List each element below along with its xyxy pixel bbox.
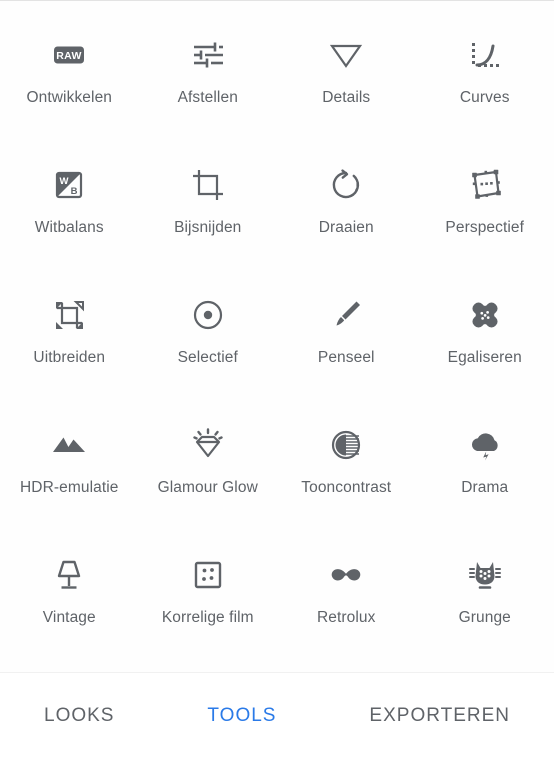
- tool-label: Ontwikkelen: [26, 89, 113, 106]
- tool-witbalans[interactable]: W B Witbalans: [0, 145, 139, 275]
- contrast-circle-icon: [324, 423, 368, 467]
- tools-grid: RAW Ontwikkelen Afstellen Details Curves…: [0, 15, 554, 665]
- tab-looks[interactable]: LOOKS: [40, 699, 118, 733]
- snapseed-tools-screen: RAW Ontwikkelen Afstellen Details Curves…: [0, 0, 554, 758]
- raw-icon: RAW: [47, 33, 91, 77]
- tool-label: Bijsnijden: [174, 219, 242, 236]
- curves-icon: [463, 33, 507, 77]
- brush-icon: [324, 293, 368, 337]
- tool-grunge[interactable]: Grunge: [416, 535, 554, 665]
- tool-hdr-emulatie[interactable]: HDR-emulatie: [0, 405, 139, 535]
- guitar-headstock-icon: [463, 553, 507, 597]
- storm-cloud-icon: [463, 423, 507, 467]
- tool-retrolux[interactable]: Retrolux: [277, 535, 416, 665]
- rotate-icon: [324, 163, 368, 207]
- tool-perspectief[interactable]: Perspectief: [416, 145, 554, 275]
- crop-icon: [186, 163, 230, 207]
- tool-tooncontrast[interactable]: Tooncontrast: [277, 405, 416, 535]
- svg-text:W: W: [60, 176, 69, 187]
- expand-icon: [47, 293, 91, 337]
- bottom-tab-bar: LOOKS TOOLS EXPORTEREN: [0, 673, 554, 758]
- tool-selectief[interactable]: Selectief: [139, 275, 278, 405]
- tool-draaien[interactable]: Draaien: [277, 145, 416, 275]
- tool-afstellen[interactable]: Afstellen: [139, 15, 278, 145]
- svg-text:RAW: RAW: [57, 50, 82, 62]
- tool-label: Afstellen: [177, 89, 238, 106]
- selective-target-icon: [186, 293, 230, 337]
- tools-scroll-area[interactable]: RAW Ontwikkelen Afstellen Details Curves…: [0, 1, 554, 672]
- tool-label: Penseel: [317, 349, 375, 366]
- white-balance-icon: W B: [47, 163, 91, 207]
- tool-label: Glamour Glow: [157, 479, 258, 496]
- tool-drama[interactable]: Drama: [416, 405, 554, 535]
- tool-curves[interactable]: Curves: [416, 15, 554, 145]
- tool-glamour-glow[interactable]: Glamour Glow: [139, 405, 278, 535]
- tool-label: Drama: [461, 479, 509, 496]
- tool-vintage[interactable]: Vintage: [0, 535, 139, 665]
- tool-label: Details: [322, 89, 371, 106]
- tool-korrelige-film[interactable]: Korrelige film: [139, 535, 278, 665]
- sliders-icon: [186, 33, 230, 77]
- tab-tools[interactable]: TOOLS: [203, 699, 280, 733]
- tool-label: Tooncontrast: [301, 479, 392, 496]
- mountains-icon: [47, 423, 91, 467]
- tool-label: Draaien: [318, 219, 374, 236]
- tool-label: Retrolux: [316, 609, 376, 626]
- diamond-sparkle-icon: [186, 423, 230, 467]
- tool-label: Witbalans: [34, 219, 104, 236]
- svg-text:B: B: [71, 186, 78, 197]
- tool-label: Perspectief: [445, 219, 525, 236]
- lamp-icon: [47, 553, 91, 597]
- tab-exporteren[interactable]: EXPORTEREN: [365, 699, 514, 733]
- grain-square-icon: [186, 553, 230, 597]
- tool-egaliseren[interactable]: Egaliseren: [416, 275, 554, 405]
- tool-label: Vintage: [42, 609, 96, 626]
- tool-label: Korrelige film: [161, 609, 254, 626]
- tool-label: Uitbreiden: [33, 349, 106, 366]
- tool-details[interactable]: Details: [277, 15, 416, 145]
- tool-ontwikkelen[interactable]: RAW Ontwikkelen: [0, 15, 139, 145]
- healing-bandage-icon: [463, 293, 507, 337]
- tool-label: Egaliseren: [447, 349, 522, 366]
- mustache-icon: [324, 553, 368, 597]
- tool-label: Curves: [459, 89, 510, 106]
- tool-uitbreiden[interactable]: Uitbreiden: [0, 275, 139, 405]
- tool-label: Grunge: [458, 609, 511, 626]
- perspective-icon: [463, 163, 507, 207]
- tool-bijsnijden[interactable]: Bijsnijden: [139, 145, 278, 275]
- tool-label: HDR-emulatie: [19, 479, 119, 496]
- triangle-down-icon: [324, 33, 368, 77]
- tool-penseel[interactable]: Penseel: [277, 275, 416, 405]
- tool-label: Selectief: [177, 349, 238, 366]
